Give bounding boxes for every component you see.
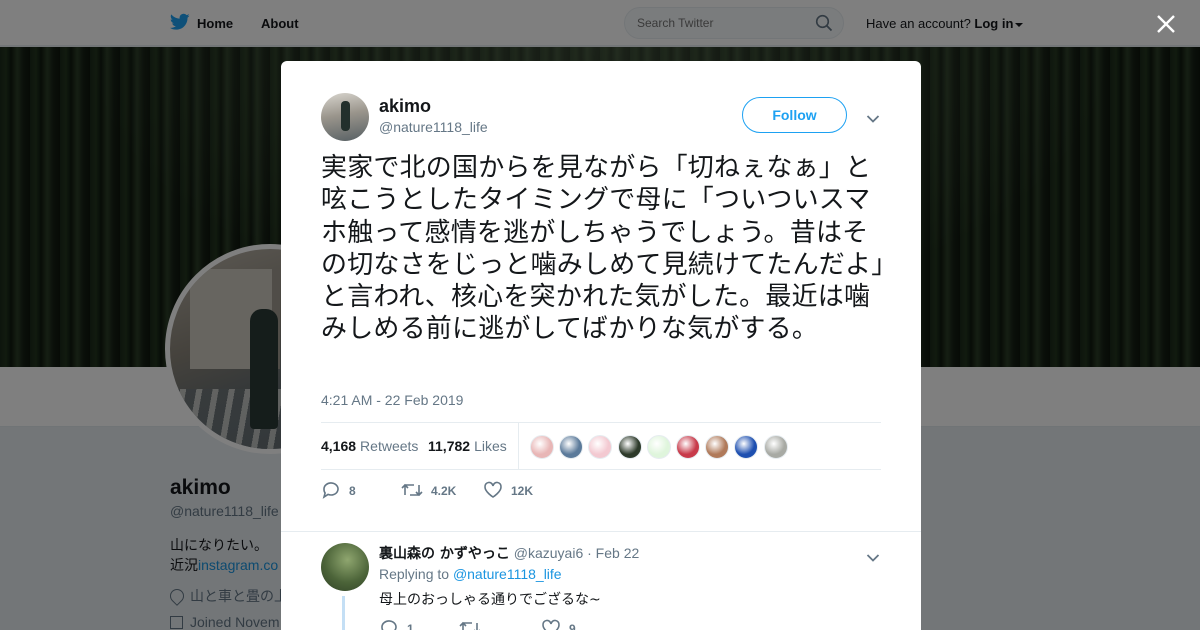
replying-to-link[interactable]: @nature1118_life: [453, 566, 562, 582]
chevron-down-icon[interactable]: [866, 111, 880, 129]
tweet-actions: 8 4.2K 12K: [321, 481, 881, 501]
retweets-stat[interactable]: 4,168 Retweets: [321, 438, 418, 454]
retweet-icon: [459, 621, 480, 630]
reply-icon: [322, 482, 339, 499]
liker-avatar[interactable]: [530, 435, 554, 459]
avatar-photo-person: [341, 101, 350, 131]
reply-text: 母上のおっしゃる通りでござるな~: [379, 592, 601, 608]
reply-count: 1: [407, 622, 414, 630]
retweet-icon: [401, 483, 423, 497]
tweet-timestamp[interactable]: 4:21 AM - 22 Feb 2019: [321, 392, 463, 408]
reply-icon: [381, 620, 397, 630]
likes-label: Likes: [474, 438, 507, 454]
author-handle[interactable]: @nature1118_life: [379, 119, 488, 135]
tweet-modal: akimo @nature1118_life Follow 実家で北の国からを見…: [281, 61, 921, 630]
tweet-stats: 4,168 Retweets 11,782 Likes: [321, 422, 881, 470]
reply-action[interactable]: 1: [379, 619, 414, 630]
liker-avatar[interactable]: [617, 435, 642, 459]
retweet-action[interactable]: 4.2K: [401, 481, 456, 501]
liker-avatar[interactable]: [763, 435, 788, 459]
author-avatar[interactable]: [321, 93, 369, 141]
liker-avatar[interactable]: [734, 435, 759, 459]
follow-button[interactable]: Follow: [742, 97, 847, 133]
tweet-text: 実家で北の国からを見ながら「切ねぇなぁ」と呟こうとしたタイミングで母に「ついつい…: [321, 153, 885, 345]
liker-avatar[interactable]: [705, 435, 730, 459]
like-action[interactable]: 9: [541, 619, 576, 630]
reply-action[interactable]: 8: [321, 481, 356, 501]
stats-divider: [518, 423, 519, 470]
replying-to: Replying to @nature1118_life: [379, 566, 562, 582]
likes-count: 11,782: [428, 438, 471, 454]
chevron-down-icon[interactable]: [866, 550, 880, 568]
liker-avatar[interactable]: [646, 435, 671, 459]
like-count: 9: [569, 622, 576, 630]
reply-count: 8: [349, 484, 356, 498]
reply-header: 裏山森の かずやっこ @kazuyai6 · Feb 22: [379, 543, 639, 563]
retweet-action[interactable]: [459, 619, 489, 630]
replying-prefix: Replying to: [379, 566, 450, 582]
liker-avatar[interactable]: [676, 435, 700, 459]
liker-avatar[interactable]: [559, 435, 584, 459]
close-icon[interactable]: [1154, 12, 1178, 36]
author-name[interactable]: akimo: [379, 96, 431, 117]
thread-line: [342, 596, 345, 630]
heart-icon: [542, 619, 560, 630]
reply-author-avatar[interactable]: [321, 543, 369, 591]
liker-avatar[interactable]: [588, 435, 613, 459]
retweet-count: 4.2K: [431, 484, 457, 498]
heart-icon: [484, 481, 502, 498]
reply-tweet[interactable]: 裏山森の かずやっこ @kazuyai6 · Feb 22 Replying t…: [281, 531, 921, 630]
likes-stat[interactable]: 11,782 Likes: [428, 438, 507, 454]
reply-author-name[interactable]: 裏山森の かずやっこ: [379, 546, 510, 562]
like-action[interactable]: 12K: [483, 481, 533, 501]
retweets-label: Retweets: [360, 438, 419, 454]
reply-actions: 1 9: [379, 619, 859, 630]
retweets-count: 4,168: [321, 438, 357, 454]
like-count: 12K: [511, 484, 534, 498]
reply-author-handle[interactable]: @kazuyai6: [514, 545, 583, 561]
reply-date[interactable]: · Feb 22: [587, 545, 639, 561]
